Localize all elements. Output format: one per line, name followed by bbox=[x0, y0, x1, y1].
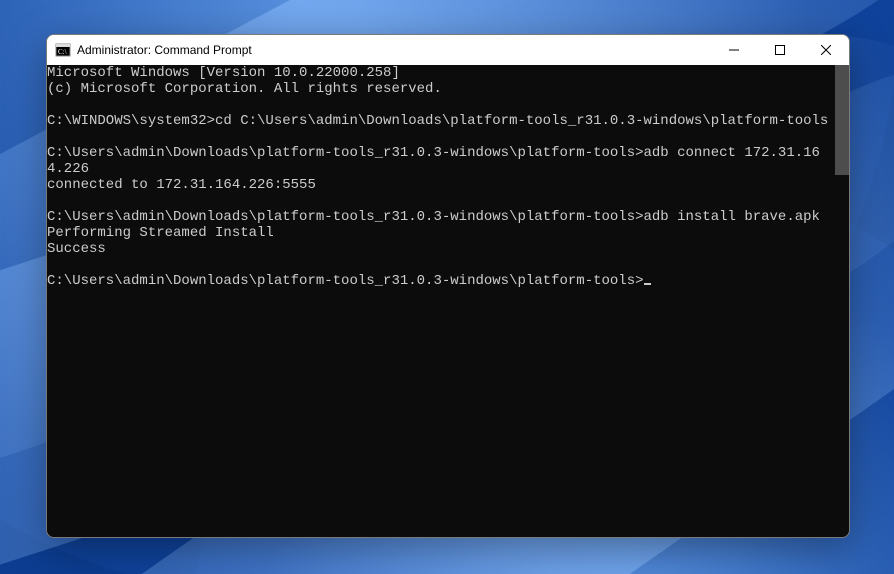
terminal-line: (c) Microsoft Corporation. All rights re… bbox=[47, 81, 835, 97]
scrollbar[interactable] bbox=[835, 65, 849, 537]
titlebar[interactable]: C:\ Administrator: Command Prompt bbox=[47, 35, 849, 65]
terminal-line bbox=[47, 257, 835, 273]
terminal-line: Performing Streamed Install bbox=[47, 225, 835, 241]
maximize-icon bbox=[775, 45, 785, 55]
terminal-line: C:\Users\admin\Downloads\platform-tools_… bbox=[47, 273, 835, 289]
terminal-line bbox=[47, 97, 835, 113]
terminal-line bbox=[47, 193, 835, 209]
window-title: Administrator: Command Prompt bbox=[77, 43, 711, 57]
terminal-output[interactable]: Microsoft Windows [Version 10.0.22000.25… bbox=[47, 65, 835, 537]
terminal-line bbox=[47, 129, 835, 145]
terminal-line: Success bbox=[47, 241, 835, 257]
scrollbar-thumb[interactable] bbox=[835, 65, 849, 175]
terminal-line: C:\Users\admin\Downloads\platform-tools_… bbox=[47, 145, 835, 177]
terminal-line: C:\WINDOWS\system32>cd C:\Users\admin\Do… bbox=[47, 113, 835, 129]
cmd-icon: C:\ bbox=[55, 42, 71, 58]
window-controls bbox=[711, 35, 849, 65]
command-prompt-window: C:\ Administrator: Command Prompt Micros… bbox=[46, 34, 850, 538]
terminal-line: Microsoft Windows [Version 10.0.22000.25… bbox=[47, 65, 835, 81]
terminal-area: Microsoft Windows [Version 10.0.22000.25… bbox=[47, 65, 849, 537]
terminal-line: connected to 172.31.164.226:5555 bbox=[47, 177, 835, 193]
cursor bbox=[644, 283, 651, 285]
close-icon bbox=[821, 45, 831, 55]
terminal-line: C:\Users\admin\Downloads\platform-tools_… bbox=[47, 209, 835, 225]
maximize-button[interactable] bbox=[757, 35, 803, 65]
minimize-button[interactable] bbox=[711, 35, 757, 65]
minimize-icon bbox=[729, 45, 739, 55]
svg-text:C:\: C:\ bbox=[58, 48, 67, 56]
close-button[interactable] bbox=[803, 35, 849, 65]
